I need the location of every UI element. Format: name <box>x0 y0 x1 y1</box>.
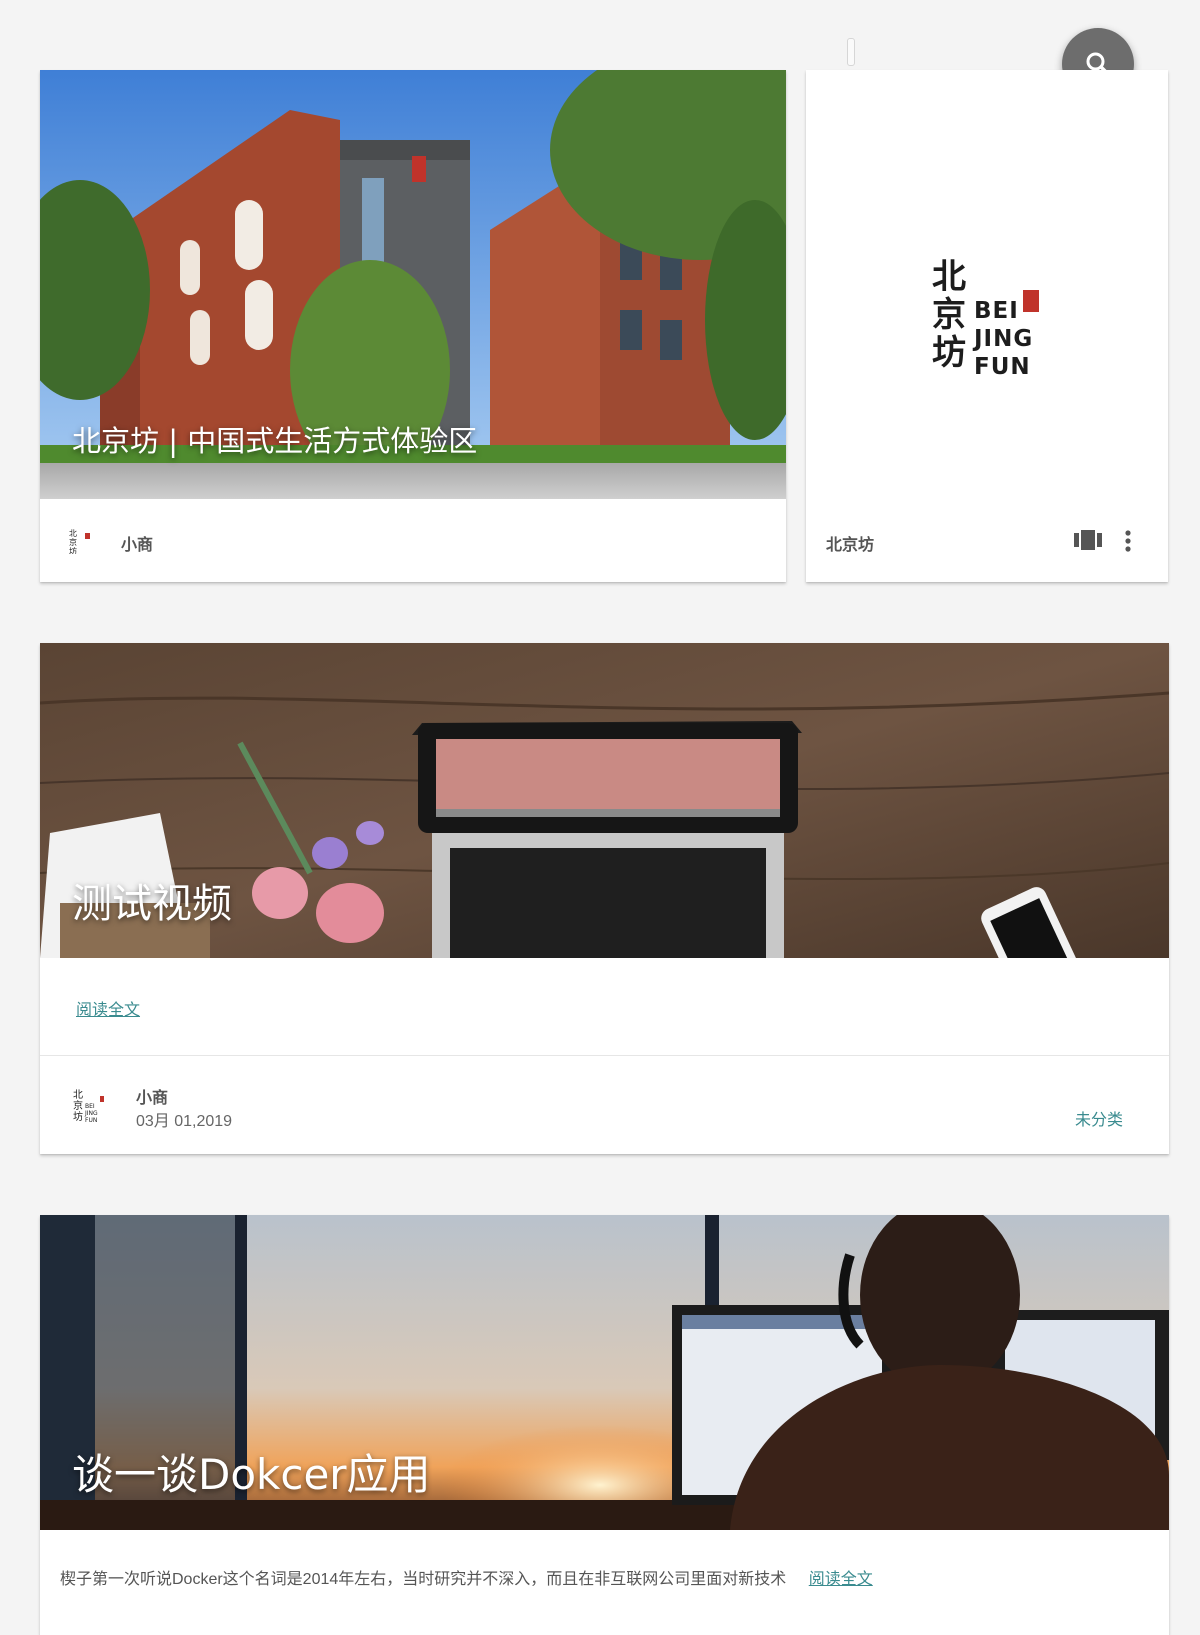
scroll-indicator <box>847 38 855 66</box>
post-card-test-video[interactable]: 测试视频 阅读全文 北 京 坊 BEI JING FUN 小商 03月 01,2… <box>40 643 1169 1154</box>
post-title[interactable]: 谈一谈Dokcer应用 <box>72 1441 431 1502</box>
author-name[interactable]: 小商 <box>136 1084 168 1108</box>
post-hero-image[interactable]: 谈一谈Dokcer应用 <box>40 1215 1169 1530</box>
svg-text:JING: JING <box>84 1110 98 1117</box>
logo-char: 坊 <box>932 333 966 373</box>
logo-word: BEI <box>974 298 1019 324</box>
post-hero-image[interactable]: 北京坊 | 中国式生活方式体验区 <box>40 70 786 499</box>
logo-word: JING <box>974 326 1034 352</box>
post-card-docker[interactable]: 谈一谈Dokcer应用 楔子第一次听说Docker这个名词是2014年左右，当时… <box>40 1215 1169 1635</box>
author-avatar[interactable]: 北 京 坊 BEI JING FUN <box>72 1088 106 1124</box>
author-avatar[interactable]: 北 京 坊 <box>68 528 94 556</box>
card-divider <box>40 1055 1169 1056</box>
post-hero-image[interactable]: 测试视频 <box>40 643 1169 958</box>
svg-text:京: 京 <box>69 537 77 547</box>
view-carousel-icon[interactable] <box>1074 530 1102 550</box>
post-title[interactable]: 测试视频 <box>72 871 232 929</box>
author-name[interactable]: 小商 <box>121 531 153 555</box>
svg-text:FUN: FUN <box>85 1117 97 1122</box>
read-more-link[interactable]: 阅读全文 <box>809 1571 873 1588</box>
category-link[interactable]: 未分类 <box>1075 1106 1123 1130</box>
more-vert-icon[interactable] <box>1124 530 1132 552</box>
read-more-link[interactable]: 阅读全文 <box>76 996 140 1020</box>
beijingfun-logo: 北 京 坊 BEI JING FUN <box>932 258 1050 383</box>
category-card-beijingfun[interactable]: 北 京 坊 BEI JING FUN 北京坊 <box>806 70 1168 582</box>
logo-word: FUN <box>974 354 1031 380</box>
excerpt-text: 楔子第一次听说Docker这个名词是2014年左右，当时研究并不深入，而且在非互… <box>60 1571 787 1588</box>
post-title[interactable]: 北京坊 | 中国式生活方式体验区 <box>72 418 477 460</box>
post-excerpt: 楔子第一次听说Docker这个名词是2014年左右，当时研究并不深入，而且在非互… <box>60 1565 873 1589</box>
post-card-beijingfun[interactable]: 北京坊 | 中国式生活方式体验区 北 京 坊 小商 <box>40 70 786 582</box>
logo-char: 京 <box>932 295 966 335</box>
post-date: 03月 01,2019 <box>136 1113 233 1130</box>
svg-text:北: 北 <box>73 1089 83 1101</box>
svg-text:北: 北 <box>69 529 77 538</box>
svg-text:京: 京 <box>73 1099 83 1112</box>
svg-text:BEI: BEI <box>85 1103 95 1110</box>
logo-char: 北 <box>932 257 966 297</box>
category-name[interactable]: 北京坊 <box>826 531 874 555</box>
svg-text:坊: 坊 <box>73 1110 83 1122</box>
svg-text:坊: 坊 <box>69 546 77 554</box>
